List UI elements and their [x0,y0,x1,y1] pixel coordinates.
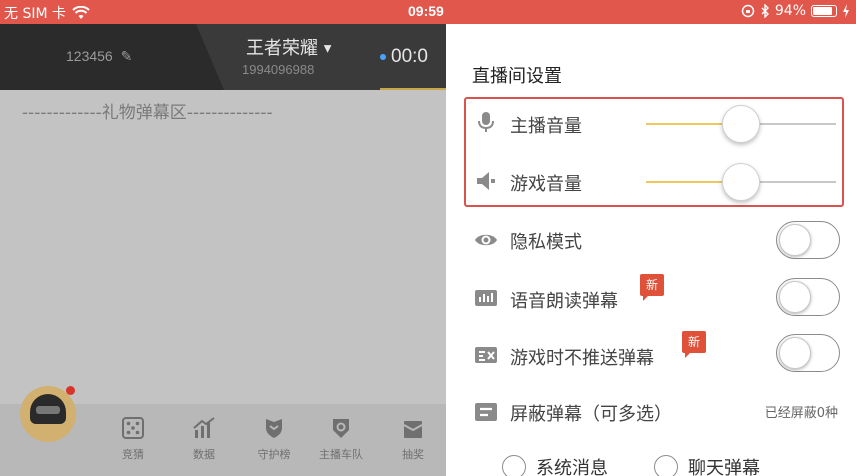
toolbar-lottery[interactable]: 抽奖 [384,416,442,462]
wifi-icon [72,6,90,19]
toggle-knob [779,224,811,256]
gift-danmaku-area: -------------礼物弹幕区-------------- [22,103,273,123]
privacy-mode-toggle[interactable] [776,221,840,259]
block-option-chat-danmaku[interactable]: 聊天弹幕 [654,454,760,476]
radio-circle[interactable] [502,455,526,476]
privacy-mode-label: 隐私模式 [510,232,582,253]
live-room-settings-panel: 直播间设置 主播音量 游戏音量 隐私模式 语音朗读弹幕 新 游戏时不推送弹幕 新… [446,24,856,476]
status-bar: 无 SIM 卡 09:59 94% [0,0,856,24]
toolbar-label: 数据 [193,448,215,461]
eye-icon [475,234,497,246]
game-name-label: 王者荣耀 [246,38,318,59]
block-option-system-message[interactable]: 系统消息 [502,454,608,476]
voice-wave-icon [475,290,497,306]
radio-circle[interactable] [654,455,678,476]
clock: 09:59 [408,3,444,19]
live-timer: 00:0 [380,46,428,68]
avatar-visor [36,406,60,414]
new-badge: 新 [640,274,664,301]
gift-box-icon [403,421,423,438]
block-danmaku-icon [475,403,497,421]
toggle-knob [779,281,811,313]
toolbar-guard-rank[interactable]: 守护榜 [245,416,303,462]
caret-down-icon: ▼ [323,43,332,55]
toolbar-guess[interactable]: 竞猜 [104,416,162,462]
anchor-volume-slider[interactable] [646,105,836,143]
live-dot-icon [380,53,386,60]
toolbar-label: 守护榜 [257,448,291,461]
user-id-edit[interactable]: 123456 ✎ [66,48,132,65]
microphone-icon [478,112,494,132]
panel-title: 直播间设置 [472,66,562,87]
timer-value: 00:0 [391,46,428,67]
voice-read-toggle[interactable] [776,278,840,316]
no-push-in-game-toggle[interactable] [776,334,840,372]
team-badge-icon [333,419,349,438]
room-top-bar: 123456 ✎ 王者荣耀 ▼ 1994096988 00:0 [0,24,446,90]
battery-percent: 94% [774,3,806,19]
bluetooth-icon [761,4,769,18]
no-danmaku-icon [475,347,497,363]
game-volume-slider[interactable] [646,163,836,201]
game-selector[interactable]: 王者荣耀 ▼ [246,34,331,60]
toolbar-label: 竞猜 [122,448,144,461]
toolbar-label: 主播车队 [319,448,363,461]
user-id-label: 123456 [66,48,113,64]
timer-underline [380,88,446,90]
notification-dot [66,386,75,395]
anchor-volume-knob[interactable] [722,105,760,143]
block-status-text: 已经屏蔽0种 [764,406,838,421]
dice-icon [122,417,144,439]
option-label: 系统消息 [536,458,608,476]
battery-icon [811,5,837,17]
no-push-in-game-label: 游戏时不推送弹幕 [510,348,654,369]
anchor-volume-label: 主播音量 [510,116,582,137]
pencil-icon: ✎ [120,48,133,64]
charging-icon [843,4,849,18]
toggle-knob [779,337,811,369]
speaker-icon [477,172,495,190]
option-label: 聊天弹幕 [688,458,760,476]
shield-icon [266,419,282,438]
chart-icon [193,417,215,438]
game-volume-label: 游戏音量 [510,174,582,195]
toolbar-data[interactable]: 数据 [175,416,233,462]
carrier-label: 无 SIM 卡 [4,6,66,22]
block-danmaku-label: 屏蔽弹幕（可多选） [510,404,672,425]
toolbar-anchor-team[interactable]: 主播车队 [312,416,370,462]
live-room-view: 123456 ✎ 王者荣耀 ▼ 1994096988 00:0 --------… [0,24,446,476]
toolbar-label: 抽奖 [402,448,424,461]
game-id-label: 1994096988 [242,62,315,77]
voice-read-label: 语音朗读弹幕 [510,291,618,312]
orientation-lock-icon [741,4,755,18]
game-volume-knob[interactable] [722,163,760,201]
new-badge: 新 [682,331,706,358]
